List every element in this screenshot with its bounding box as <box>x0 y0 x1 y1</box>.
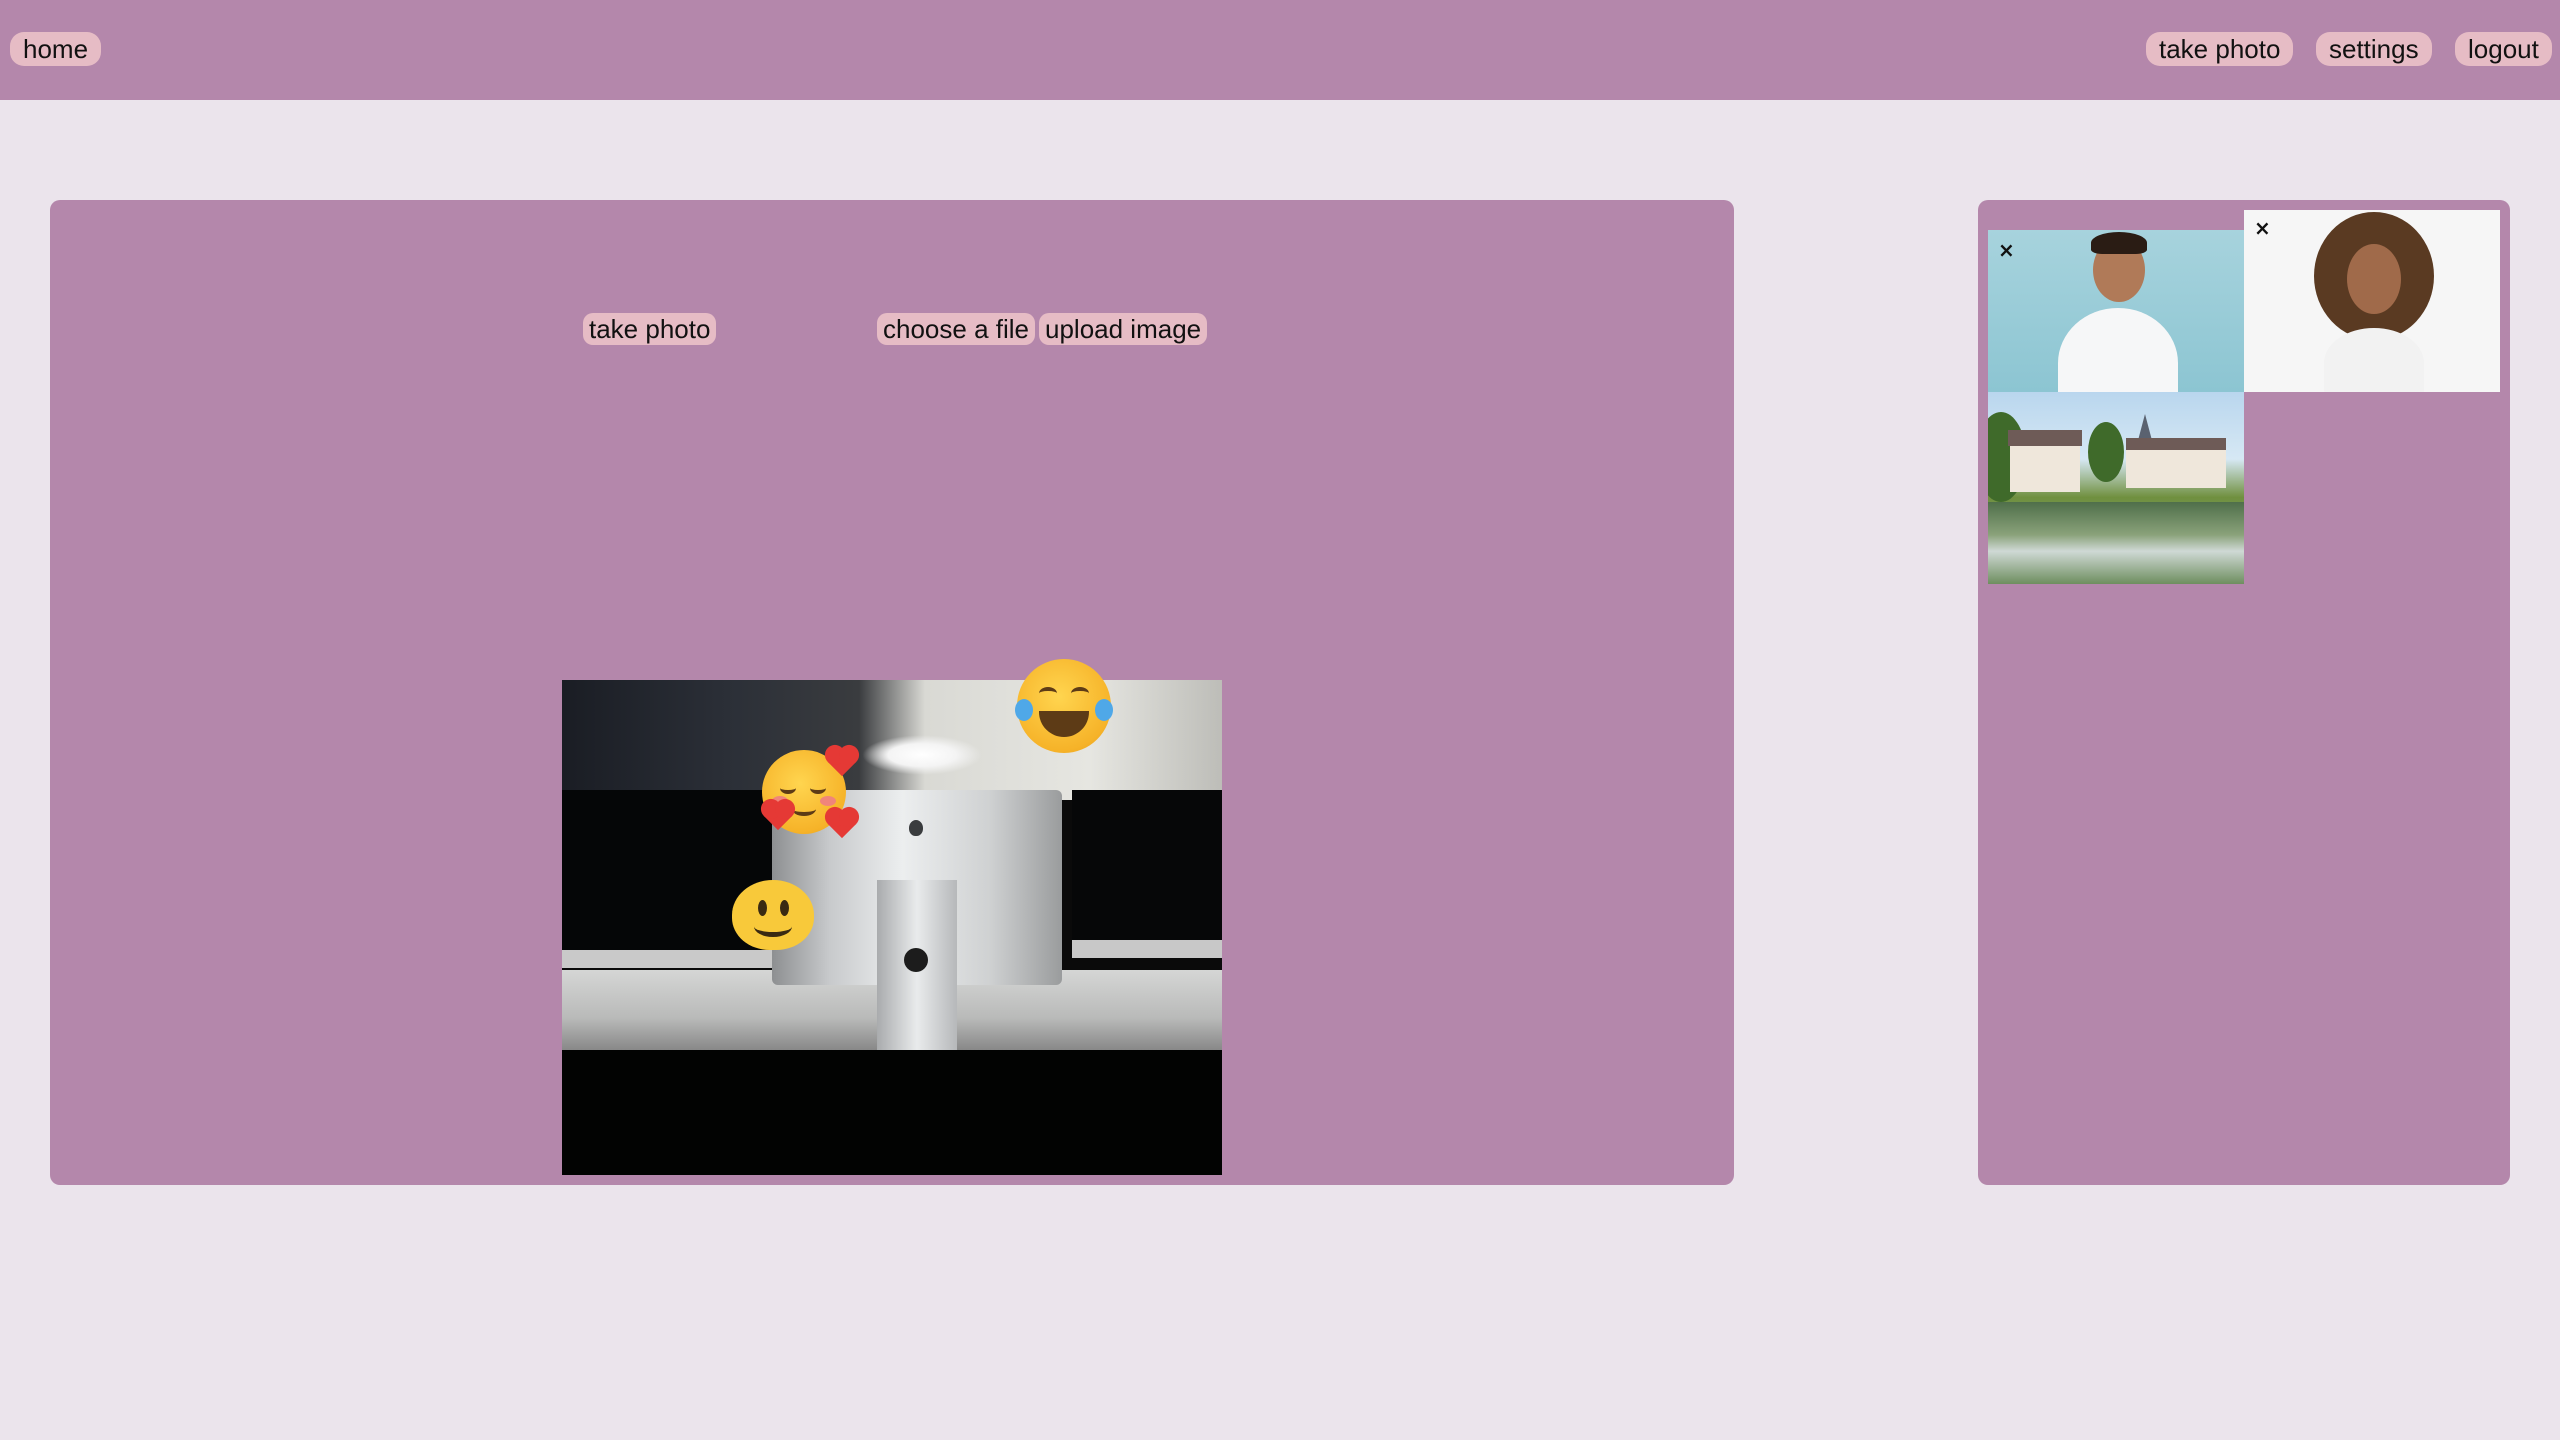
preview-monitor-right <box>1072 790 1222 958</box>
gallery-panel: × × <box>1978 200 2510 1185</box>
tear-drop <box>1095 699 1113 721</box>
sticker-eye <box>780 782 796 794</box>
thumbnail-tree <box>2088 422 2124 482</box>
tear-drop <box>1015 699 1033 721</box>
gallery-thumbnail-village[interactable] <box>1988 392 2244 584</box>
choose-file-button[interactable]: choose a file <box>877 313 1035 345</box>
delete-woman-photo-icon[interactable]: × <box>2254 218 2271 238</box>
sticker-cheek <box>820 796 836 806</box>
slightly-smiling-face-icon[interactable] <box>732 880 814 950</box>
sticker-eye <box>810 782 826 794</box>
top-navigation-bar: home take photo settings logout <box>0 0 2560 100</box>
thumbnail-house <box>2010 444 2080 492</box>
preview-stand-hole <box>904 948 928 972</box>
nav-home-button[interactable]: home <box>10 32 102 66</box>
thumbnail-pond <box>1988 502 2244 584</box>
thumbnail-head <box>2347 244 2401 314</box>
gallery-thumbnail-woman[interactable] <box>2244 210 2500 392</box>
thumbnail-roof <box>2008 430 2082 446</box>
sticker-eye <box>780 900 789 916</box>
preview-ceiling-light <box>862 735 982 775</box>
nav-take-photo-button[interactable]: take photo <box>2146 32 2294 66</box>
nav-settings-button[interactable]: settings <box>2316 32 2432 66</box>
thumbnail-house <box>2126 448 2226 488</box>
nav-logout-button[interactable]: logout <box>2455 32 2552 66</box>
sticker-eye <box>1071 687 1089 700</box>
sticker-eye <box>758 900 767 916</box>
face-with-tears-of-joy-icon[interactable] <box>1015 659 1113 753</box>
thumbnail-figure <box>2058 308 2178 392</box>
gallery-thumbnail-man[interactable] <box>1988 230 2244 392</box>
sticker-mouth <box>754 916 792 937</box>
sticker-mouth <box>792 802 816 816</box>
take-photo-button[interactable]: take photo <box>583 313 717 345</box>
thumbnail-hair <box>2091 232 2147 254</box>
sticker-mouth <box>1039 711 1089 737</box>
photo-editor-panel: take photo choose a file upload image <box>50 200 1734 1185</box>
apple-logo-icon <box>909 820 923 836</box>
preview-floor <box>562 1050 1222 1175</box>
delete-man-photo-icon[interactable]: × <box>1998 240 2015 260</box>
thumbnail-figure <box>2324 328 2424 392</box>
sticker-eye <box>1039 687 1057 700</box>
camera-preview[interactable] <box>562 680 1222 1175</box>
smiling-face-with-hearts-icon[interactable] <box>762 747 857 839</box>
thumbnail-roof <box>2126 438 2226 450</box>
preview-monitor-left <box>562 790 772 968</box>
upload-image-button[interactable]: upload image <box>1039 313 1208 345</box>
